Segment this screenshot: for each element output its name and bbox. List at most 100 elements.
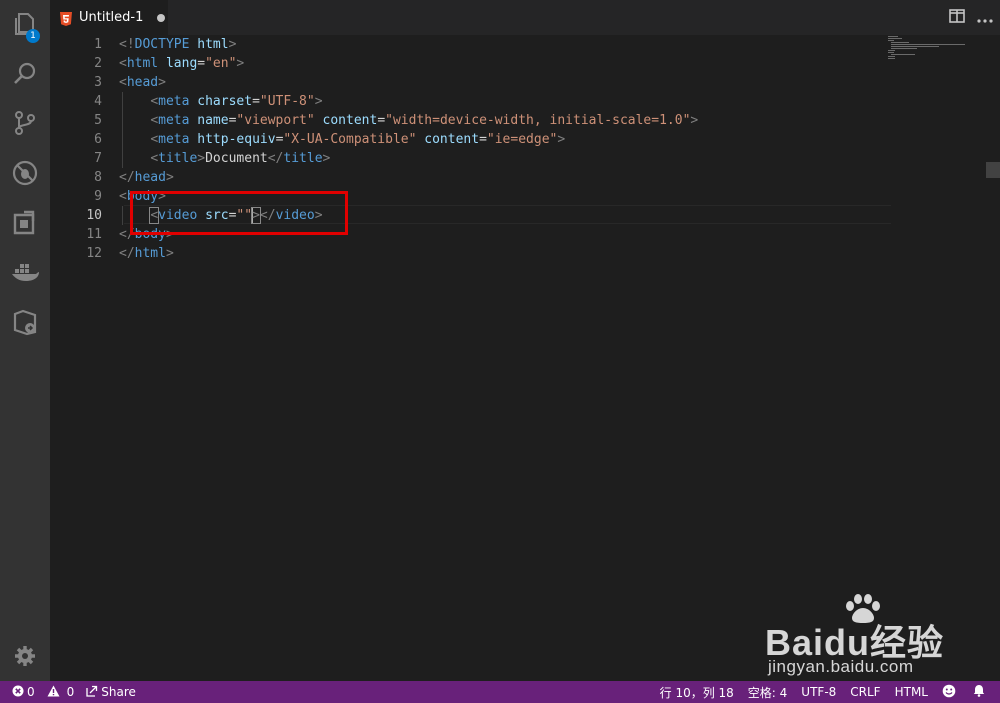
code-line[interactable]: <!DOCTYPE html> xyxy=(119,35,899,54)
share-button[interactable]: Share xyxy=(86,685,136,700)
line-number: 8 xyxy=(94,170,102,185)
code-bracket: > xyxy=(228,37,237,52)
code-bracket: > xyxy=(197,151,206,166)
watermark-sub: jingyan.baidu.com xyxy=(768,657,914,676)
more-actions-button[interactable] xyxy=(972,0,998,35)
code-tag-name: DOCTYPE xyxy=(134,37,190,52)
warning-icon xyxy=(47,685,63,700)
code-string: "viewport" xyxy=(236,113,315,128)
line-number: 1 xyxy=(94,37,102,52)
code-attribute: name xyxy=(197,113,229,128)
remote-button[interactable] xyxy=(0,300,50,344)
code-tag-name: title xyxy=(283,151,323,166)
settings-button[interactable] xyxy=(0,634,50,678)
gear-icon xyxy=(13,644,37,668)
code-bracket: </ xyxy=(267,151,284,166)
error-icon xyxy=(12,685,27,700)
code-line[interactable]: <title>Document</title> xyxy=(119,149,899,168)
code-bracket: < xyxy=(119,56,127,71)
line-number: 7 xyxy=(94,151,102,166)
share-icon xyxy=(86,685,101,700)
code-line[interactable]: <meta charset="UTF-8"> xyxy=(119,92,899,111)
code-tag-name: head xyxy=(126,75,159,90)
code-bracket: > xyxy=(557,132,566,147)
no-bug-icon xyxy=(11,159,39,187)
smiley-icon xyxy=(942,684,959,701)
code-line[interactable]: </html> xyxy=(119,244,899,263)
bell-icon xyxy=(973,684,988,700)
line-number: 4 xyxy=(94,94,102,109)
code-tag-name: meta xyxy=(158,132,190,147)
line-number: 10 xyxy=(86,208,102,223)
docker-icon xyxy=(11,261,39,283)
problems-indicator[interactable]: 0 0 xyxy=(12,685,74,700)
tab-title: Untitled-1 xyxy=(79,10,144,25)
code-bracket: > xyxy=(314,94,323,109)
minimap[interactable] xyxy=(888,35,988,75)
indentation[interactable]: 空格: 4 xyxy=(748,684,788,701)
debug-button[interactable] xyxy=(0,151,50,195)
code-line[interactable]: <html lang="en"> xyxy=(119,54,899,73)
line-number: 9 xyxy=(94,189,102,204)
feedback-button[interactable] xyxy=(942,684,959,701)
code-tag-name: html xyxy=(134,246,166,261)
tab-untitled-1[interactable]: Untitled-1 xyxy=(50,0,168,35)
code-line[interactable]: <meta name="viewport" content="width=dev… xyxy=(119,111,899,130)
line-number: 2 xyxy=(94,56,102,71)
code-attribute: content xyxy=(424,132,480,147)
code-tag-name: title xyxy=(158,151,198,166)
share-label: Share xyxy=(101,685,136,699)
error-count: 0 xyxy=(27,685,35,699)
code-string: "X-UA-Compatible" xyxy=(283,132,417,147)
code-bracket: </ xyxy=(119,170,135,185)
split-editor-icon xyxy=(949,8,965,27)
vertical-scrollbar[interactable] xyxy=(986,35,1000,681)
code-line[interactable]: </head> xyxy=(119,168,899,187)
code-bracket: <! xyxy=(119,37,135,52)
status-bar: 0 0 Share 行 10，列 18 空格: 4 UTF-8 CRLF HTM… xyxy=(0,681,1000,703)
notifications-button[interactable] xyxy=(973,684,988,700)
scrollbar-slider[interactable] xyxy=(986,162,1000,178)
code-line[interactable]: <head> xyxy=(119,73,899,92)
split-editor-button[interactable] xyxy=(944,0,970,35)
search-button[interactable] xyxy=(0,52,50,96)
code-tag-name: meta xyxy=(158,113,190,128)
code-tag-name: html xyxy=(126,56,159,71)
tab-bar: Untitled-1 xyxy=(50,0,1000,35)
code-bracket: > xyxy=(322,151,331,166)
warning-count: 0 xyxy=(66,685,75,699)
line-ending[interactable]: CRLF xyxy=(850,685,880,699)
unsaved-dot-icon[interactable] xyxy=(157,13,166,22)
code-bracket: < xyxy=(150,113,159,128)
encoding[interactable]: UTF-8 xyxy=(801,685,836,699)
code-bracket: < xyxy=(150,94,159,109)
code-bracket: > xyxy=(165,246,174,261)
activity-bar: 1 xyxy=(0,0,50,681)
code-bracket: </ xyxy=(119,246,135,261)
more-actions-icon xyxy=(977,8,993,27)
line-number-gutter: 1 2 3 4 5 6 7 8 9 10 11 12 xyxy=(50,35,102,263)
code-editor[interactable]: 1 2 3 4 5 6 7 8 9 10 11 12 <!DOCTYPE html> <html lan… xyxy=(50,35,1000,681)
code-tag-name: head xyxy=(134,170,166,185)
code-bracket: < xyxy=(119,189,127,204)
cursor-position[interactable]: 行 10，列 18 xyxy=(660,684,734,701)
code-bracket: > xyxy=(165,170,174,185)
language-mode[interactable]: HTML xyxy=(895,685,928,699)
extensions-button[interactable] xyxy=(0,201,50,245)
code-bracket: > xyxy=(690,113,699,128)
docker-button[interactable] xyxy=(0,250,50,294)
code-bracket: < xyxy=(150,132,159,147)
code-bracket: > xyxy=(236,56,245,71)
explorer-button[interactable]: 1 xyxy=(0,2,50,46)
line-number: 3 xyxy=(94,75,102,90)
baidu-watermark: Baidu经验 jingyan.baidu.com xyxy=(765,594,980,684)
code-attribute: charset xyxy=(197,94,253,109)
code-line[interactable]: <meta http-equiv = "X-UA-Compatible" conte… xyxy=(119,130,899,149)
line-number: 11 xyxy=(86,227,102,242)
source-control-button[interactable] xyxy=(0,101,50,145)
code-tag-name: meta xyxy=(158,94,190,109)
git-branch-icon xyxy=(12,110,38,136)
